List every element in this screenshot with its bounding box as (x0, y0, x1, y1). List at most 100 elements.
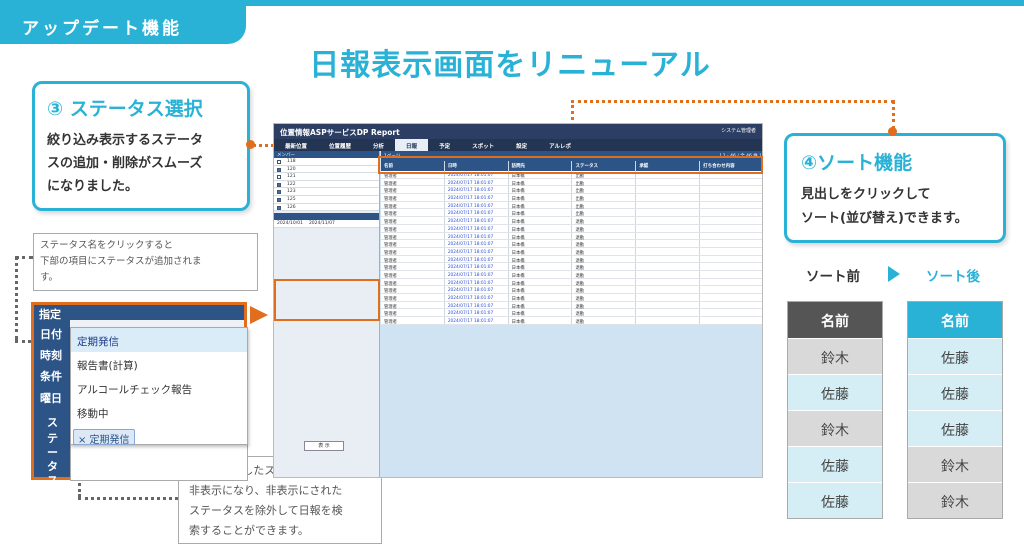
checkbox[interactable] (277, 182, 281, 187)
table-row[interactable]: 管理者 2024/07/17 18:01:07 日本橋 出勤 (381, 186, 762, 194)
nav-item[interactable]: 分析 (362, 139, 395, 151)
table-cell: 管理者 (381, 178, 445, 187)
status-option[interactable]: アルコールチェック報告 (71, 376, 247, 400)
table-row[interactable]: 管理者 2024/07/17 18:01:07 日本橋 退勤 (381, 232, 762, 241)
nav-item[interactable]: 位置履歴 (318, 139, 362, 151)
table-cell: 管理者 (381, 240, 445, 248)
nav-item[interactable]: 日報 (395, 139, 429, 151)
table-row[interactable]: 管理者 2024/07/17 18:01:07 日本橋 退勤 (381, 301, 762, 310)
table-cell: 日本橋 (509, 209, 573, 217)
table-row[interactable]: 管理者 2024/07/17 18:01:07 日本橋 退勤 (381, 255, 762, 264)
zoom-labels: 日付 時刻 条件 曜日 ス テ ー タ ス (34, 320, 70, 487)
table-cell (700, 225, 762, 232)
table-cell: 2024/07/17 18:01:07 (445, 301, 509, 309)
note-line: ステータスを除外して日報を検 (189, 504, 343, 517)
table-cell (636, 294, 701, 301)
app-nav: 最新位置 位置履歴 分析 日報 予定 スポット 設定 アルレポ (274, 139, 762, 151)
table-cell: 2024/07/17 18:01:07 (445, 294, 509, 301)
status-option[interactable]: 移動中 (71, 400, 247, 424)
status-option[interactable]: 定期発信 (71, 328, 247, 352)
table-cell (636, 309, 701, 317)
member-row[interactable]: 122 (274, 180, 379, 189)
table-row[interactable]: 管理者 2024/07/17 18:01:07 日本橋 退勤 (381, 294, 762, 302)
sort-header[interactable]: 名前 (908, 302, 1002, 338)
nav-item[interactable]: 予定 (428, 139, 461, 151)
table-cell: 退勤 (572, 255, 637, 264)
member-row[interactable]: 126 (274, 203, 379, 212)
table-cell: 2024/07/17 18:01:07 (445, 278, 509, 286)
table-cell: 管理者 (381, 263, 445, 271)
table-cell (700, 179, 762, 186)
member-row[interactable]: 125 (274, 195, 379, 204)
table-row[interactable]: 管理者 2024/07/17 18:01:07 日本橋 出勤 (381, 209, 762, 217)
member-id: 126 (287, 204, 296, 210)
date-range-row[interactable]: 2024/10/01 2024/11/07 (274, 220, 379, 228)
table-cell: 退勤 (572, 263, 637, 271)
table-cell (636, 194, 701, 201)
nav-item[interactable]: スポット (461, 139, 505, 151)
table-cell: 退勤 (572, 301, 637, 310)
app-title: 位置情報ASPサービスDP Report (280, 128, 400, 137)
checkbox[interactable] (277, 190, 281, 195)
table-cell: 日本橋 (509, 217, 573, 225)
date-from[interactable]: 2024/10/01 (277, 221, 303, 226)
checkbox[interactable] (277, 197, 281, 202)
table-row[interactable]: 管理者 2024/07/17 18:01:07 日本橋 退勤 (381, 317, 762, 325)
table-cell: 管理者 (381, 217, 445, 225)
table-cell (700, 186, 762, 193)
member-id: 120 (287, 166, 296, 172)
callout-status-select: ③ ステータス選択 絞り込み表示するステータ スの追加・削除がスムーズ になりま… (32, 81, 250, 211)
checkbox[interactable] (277, 175, 281, 180)
sort-cell: 佐藤 (788, 446, 882, 482)
date-to[interactable]: 2024/11/07 (309, 221, 335, 226)
table-row[interactable]: 管理者 2024/07/17 18:01:07 日本橋 退勤 (381, 263, 762, 271)
status-chip-remove[interactable]: × 定期発信 (73, 429, 135, 446)
table-cell (636, 209, 701, 217)
member-row[interactable]: 120 (274, 165, 379, 174)
member-row[interactable]: 121 (274, 173, 379, 181)
table-cell: 日本橋 (509, 294, 573, 302)
table-row[interactable]: 管理者 2024/07/17 18:01:07 日本橋 退勤 (381, 240, 762, 248)
table-cell: 日本橋 (509, 232, 573, 241)
sort-cell: 鈴木 (788, 410, 882, 446)
table-cell: 日本橋 (509, 255, 573, 264)
table-row[interactable]: 管理者 2024/07/17 18:01:07 日本橋 退勤 (381, 286, 762, 294)
table-cell: 日本橋 (509, 309, 573, 317)
table-cell: 管理者 (381, 186, 445, 194)
nav-item[interactable]: 設定 (505, 139, 538, 151)
nav-item[interactable]: 最新位置 (274, 139, 318, 151)
checkbox[interactable] (277, 167, 281, 172)
member-row[interactable]: 118 (274, 158, 379, 166)
table-cell (700, 271, 762, 278)
table-row[interactable]: 管理者 2024/07/17 18:01:07 日本橋 退勤 (381, 247, 762, 256)
table-row[interactable]: 管理者 2024/07/17 18:01:07 日本橋 退勤 (381, 224, 762, 233)
page: アップデート機能 日報表示画面をリニューアル ③ ステータス選択 絞り込み表示す… (0, 0, 1024, 553)
table-row[interactable]: 管理者 2024/07/17 18:01:07 日本橋 退勤 (381, 278, 762, 287)
status-option[interactable]: 報告書(計算) (71, 352, 247, 376)
table-row[interactable]: 管理者 2024/07/17 18:01:07 日本橋 出勤 (381, 194, 762, 202)
table-cell: 管理者 (381, 224, 445, 233)
sort-before-table: 名前 鈴木 佐藤 鈴木 佐藤 佐藤 (787, 301, 883, 519)
sort-before-label: ソート前 (806, 269, 860, 285)
table-cell (700, 263, 762, 270)
table-cell: 退勤 (572, 278, 637, 287)
checkbox[interactable] (277, 160, 281, 164)
nav-item[interactable]: アルレポ (538, 139, 582, 151)
table-row[interactable]: 管理者 2024/07/17 18:01:07 日本橋 出勤 (381, 178, 762, 187)
table-row[interactable]: 管理者 2024/07/17 18:01:07 日本橋 退勤 (381, 270, 762, 279)
table-row[interactable]: 管理者 2024/07/17 18:01:07 日本橋 出勤 (381, 201, 762, 210)
table-row[interactable]: 管理者 2024/07/17 18:01:07 日本橋 退勤 (381, 217, 762, 225)
table-cell: 日本橋 (509, 247, 573, 256)
search-button[interactable]: 表 示 (304, 441, 344, 451)
sort-header[interactable]: 名前 (788, 302, 882, 338)
table-cell (700, 279, 762, 286)
table-row[interactable]: 管理者 2024/07/17 18:01:07 日本橋 退勤 (381, 309, 762, 317)
table-cell (636, 270, 701, 278)
checkbox[interactable] (277, 205, 281, 210)
member-list: 118 120 121 122 123 125 126 (274, 158, 379, 212)
member-row[interactable]: 123 (274, 188, 379, 196)
table-cell (636, 247, 701, 255)
app-user[interactable]: システム管理者 (721, 127, 756, 134)
table-cell: 管理者 (381, 255, 445, 264)
status-dropdown: 定期発信 報告書(計算) アルコールチェック報告 移動中 (70, 327, 248, 445)
